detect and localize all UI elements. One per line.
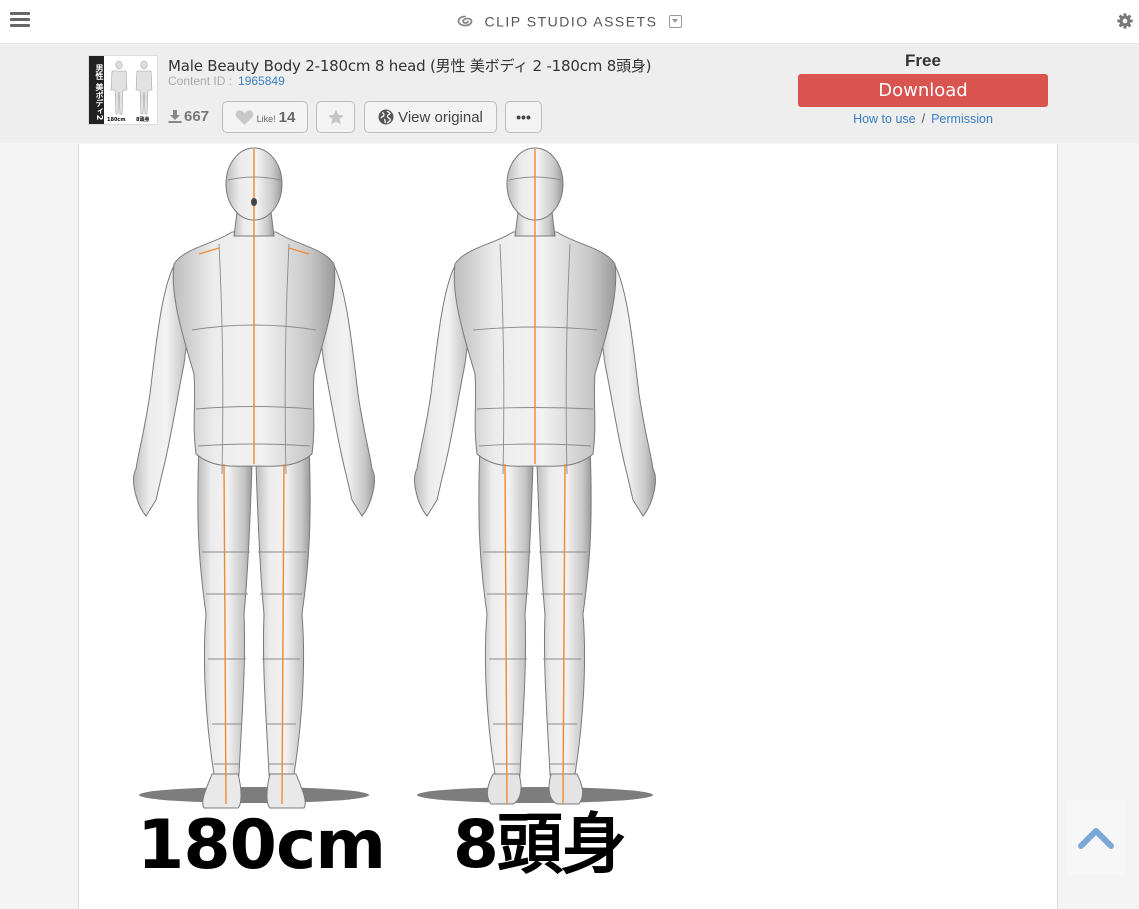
chevron-up-icon bbox=[1078, 827, 1114, 849]
brand-title: CLIP STUDIO ASSETS bbox=[484, 13, 658, 30]
how-to-use-link[interactable]: How to use bbox=[853, 112, 916, 126]
preview-caption-heads: 8頭身 bbox=[453, 806, 627, 883]
more-options-button[interactable]: ••• bbox=[505, 101, 542, 133]
thumbnail-caption-right: 8頭身 bbox=[136, 117, 150, 123]
like-button[interactable]: Like! 14 bbox=[222, 101, 308, 133]
preview-panel: 180cm 8頭身 bbox=[78, 144, 1058, 909]
globe-icon bbox=[378, 109, 394, 125]
download-button[interactable]: Download bbox=[798, 74, 1048, 107]
content-id: Content ID : 1965849 bbox=[168, 74, 285, 88]
asset-title: Male Beauty Body 2-180cm 8 head (男性 美ボディ… bbox=[168, 57, 652, 75]
link-separator: / bbox=[921, 112, 926, 126]
thumbnail-front-figure bbox=[110, 60, 128, 115]
price-label: Free bbox=[905, 51, 941, 70]
clip-studio-logo-icon bbox=[457, 15, 473, 27]
content-id-value[interactable]: 1965849 bbox=[238, 74, 285, 88]
favorite-button[interactable] bbox=[316, 101, 355, 133]
help-links: How to use / Permission bbox=[798, 112, 1048, 126]
more-options-icon: ••• bbox=[516, 109, 531, 125]
site-brand[interactable]: CLIP STUDIO ASSETS bbox=[0, 12, 1139, 29]
asset-thumbnail[interactable]: 男性 美ボディ2 180cm 8頭身 bbox=[88, 55, 158, 125]
like-count: 14 bbox=[278, 108, 296, 126]
thumbnail-back-figure bbox=[135, 60, 153, 115]
dropdown-icon[interactable] bbox=[668, 14, 682, 28]
scroll-to-top-button[interactable] bbox=[1067, 800, 1125, 875]
permission-link[interactable]: Permission bbox=[931, 112, 993, 126]
back-shadow bbox=[417, 787, 653, 803]
star-icon bbox=[327, 109, 344, 124]
thumbnail-side-label: 男性 美ボディ2 bbox=[89, 56, 104, 124]
back-figure bbox=[414, 147, 656, 805]
preview-caption-height: 180cm bbox=[137, 806, 386, 885]
gear-icon[interactable] bbox=[1116, 12, 1134, 30]
thumbnail-caption-left: 180cm bbox=[107, 117, 126, 123]
preview-image bbox=[133, 147, 656, 809]
view-original-label: View original bbox=[398, 108, 483, 126]
front-shadow bbox=[139, 787, 369, 803]
top-navigation-bar: CLIP STUDIO ASSETS bbox=[0, 0, 1139, 44]
download-icon bbox=[168, 110, 182, 123]
download-count: 667 bbox=[168, 108, 209, 125]
download-count-value: 667 bbox=[184, 108, 210, 125]
front-figure bbox=[133, 147, 375, 809]
view-original-button[interactable]: View original bbox=[364, 101, 497, 133]
heart-icon bbox=[235, 109, 253, 125]
content-id-label: Content ID : bbox=[168, 74, 233, 88]
like-label: Like! bbox=[256, 114, 276, 124]
